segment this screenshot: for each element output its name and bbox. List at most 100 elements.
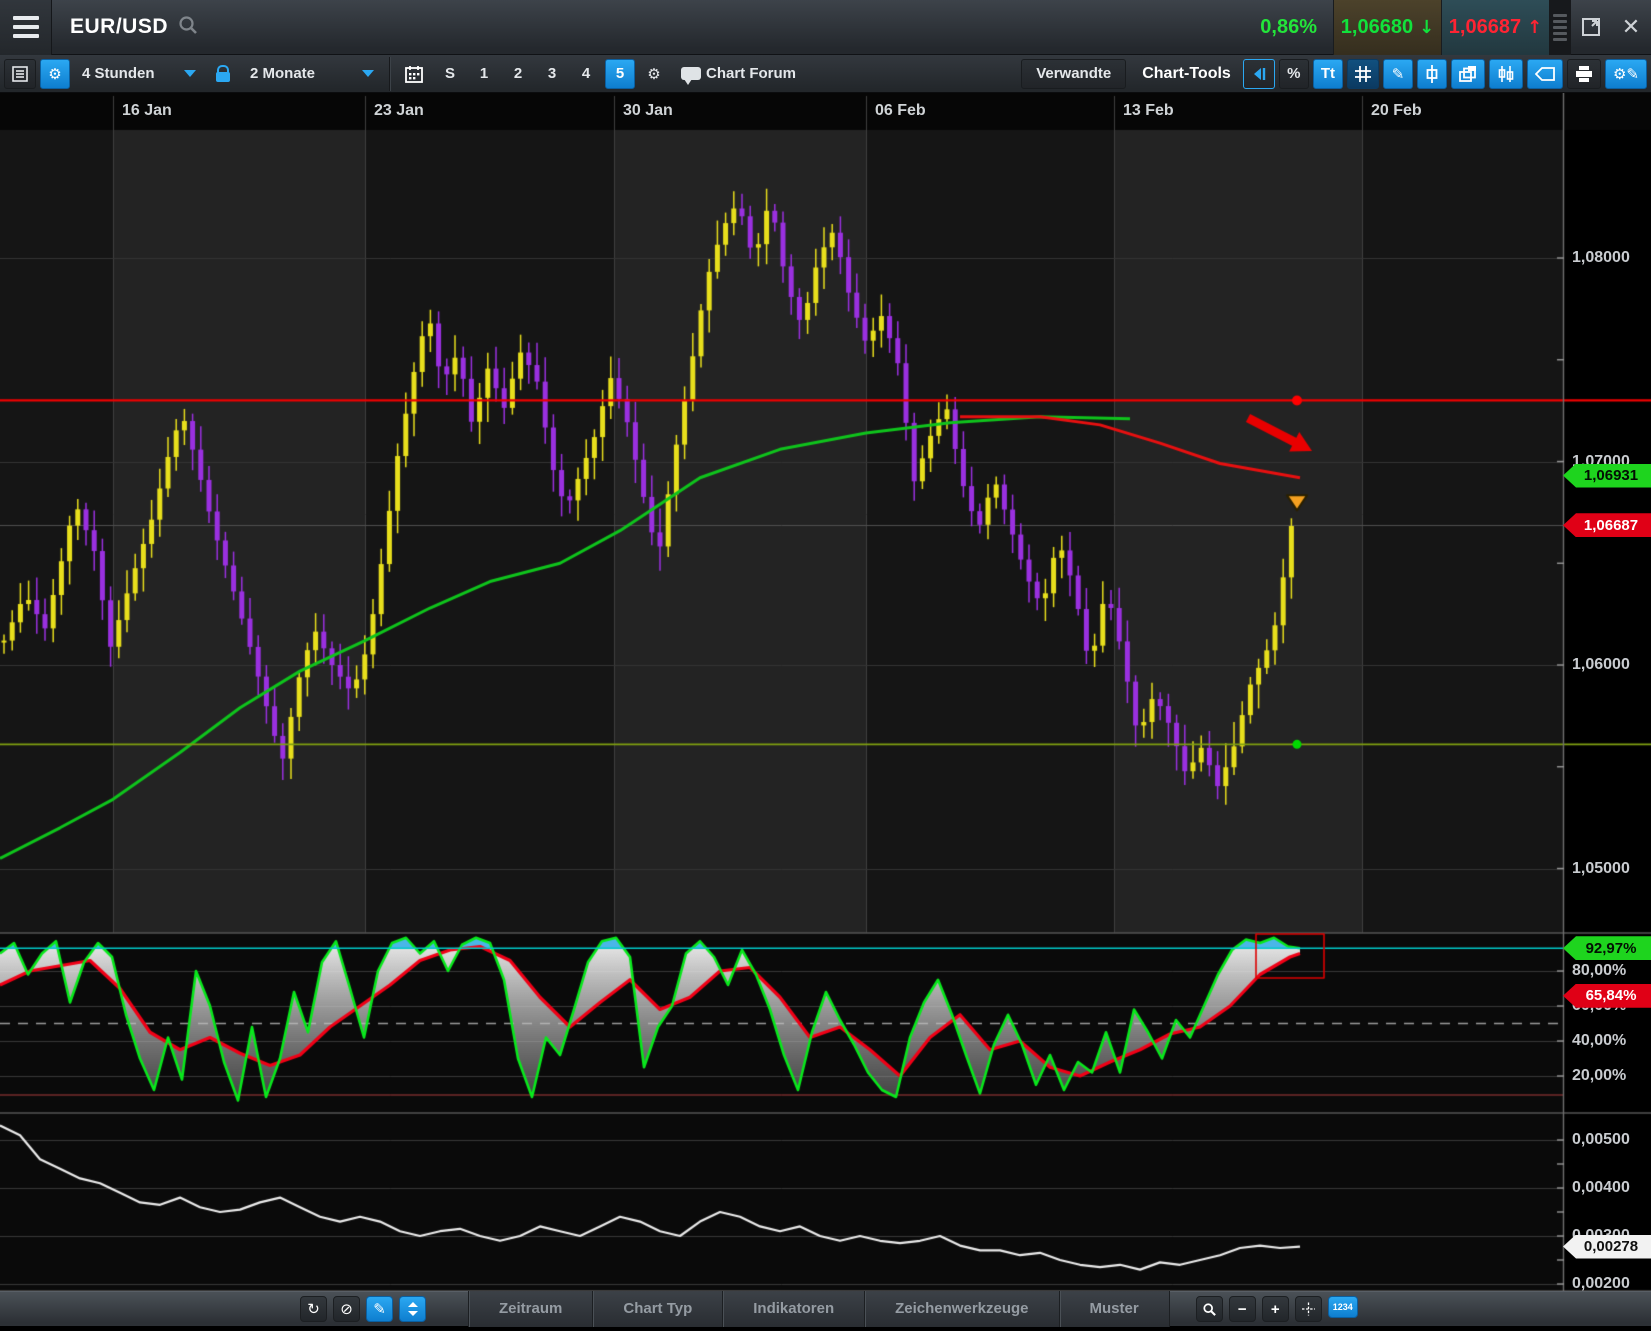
chart-tools-label: Chart-Tools (1142, 65, 1231, 83)
sell-price-button[interactable]: 1,06680 ↓ (1333, 0, 1441, 55)
close-button[interactable]: ✕ (1611, 0, 1651, 55)
list-icon (12, 66, 28, 82)
collapse-panel-button[interactable] (1243, 59, 1275, 89)
stoch-current-tag: 65,84% (1563, 984, 1651, 1008)
disable-drawing-button[interactable]: ⊘ (333, 1296, 360, 1322)
price-label-icon (1535, 67, 1555, 81)
grid-icon (1355, 66, 1371, 82)
percent-scale-button[interactable]: % (1279, 59, 1309, 89)
chevron-down-icon (184, 70, 196, 77)
speed-1-button[interactable]: 1 (469, 59, 499, 89)
grid-button[interactable] (1347, 59, 1379, 89)
bottom-menu: Zeitraum Chart Typ Indikatoren Zeichenwe… (468, 1291, 1170, 1327)
date-axis-label: 16 Jan (122, 102, 172, 120)
range-label: 2 Monate (250, 65, 315, 82)
refresh-icon: ↻ (307, 1300, 320, 1318)
stoch-axis-label: 80,00% (1572, 962, 1626, 980)
muster-button[interactable]: Muster (1060, 1291, 1169, 1327)
keypad-button[interactable]: 1234 (1328, 1296, 1358, 1318)
buy-price: 1,06687 (1449, 16, 1521, 39)
zoom-group: − + 1234 (1196, 1296, 1358, 1322)
bottom-icon-group: ↻ ⊘ ✎ (300, 1296, 426, 1322)
date-axis-label: 13 Feb (1123, 102, 1174, 120)
menu-button[interactable] (0, 0, 52, 55)
minus-icon: − (1238, 1301, 1247, 1318)
date-axis-label: 20 Feb (1371, 102, 1422, 120)
speech-bubble-icon (681, 67, 701, 80)
zoom-in-button[interactable]: + (1262, 1296, 1289, 1322)
stoch-high-tag: 92,97% (1563, 936, 1651, 960)
gear-icon: ⚙ (48, 65, 61, 83)
zeitraum-button[interactable]: Zeitraum (469, 1291, 593, 1327)
candlestick-icon (1426, 65, 1438, 83)
zoom-button[interactable] (1196, 1296, 1223, 1322)
speed-2-button[interactable]: 2 (503, 59, 533, 89)
notes-button[interactable] (4, 59, 36, 89)
chevron-down-icon (362, 70, 374, 77)
calendar-icon (405, 65, 423, 83)
chart-typ-button[interactable]: Chart Typ (593, 1291, 723, 1327)
down-arrow-icon: ↓ (1419, 17, 1434, 38)
up-arrow-icon: ↑ (1527, 17, 1542, 38)
sell-price: 1,06680 (1341, 16, 1413, 39)
up-down-arrows-icon (407, 1301, 419, 1317)
text-tool-button[interactable]: Tt (1313, 59, 1343, 89)
date-axis-label: 06 Feb (875, 102, 926, 120)
stoch-axis-label: 40,00% (1572, 1032, 1626, 1050)
crosshair-button[interactable] (1295, 1296, 1322, 1322)
draw-button[interactable]: ✎ (366, 1296, 393, 1322)
zoom-out-button[interactable]: − (1229, 1296, 1256, 1322)
atr-axis-label: 0,00400 (1572, 1179, 1630, 1197)
verwandte-button[interactable]: Verwandte (1021, 59, 1126, 89)
speed-5-button[interactable]: 5 (605, 59, 635, 89)
chart-forum-button[interactable]: Chart Forum (673, 59, 804, 89)
bottom-toolbar: ↻ ⊘ ✎ Zeitraum Chart Typ Indikatoren Zei… (0, 1291, 1651, 1327)
print-button[interactable] (1567, 59, 1601, 89)
gear-icon: ⚙ (647, 65, 660, 83)
atr-axis-label: 0,00500 (1572, 1131, 1630, 1149)
change-percent: 0,86% (1260, 16, 1317, 39)
refresh-button[interactable]: ↻ (300, 1296, 327, 1322)
indikatoren-button[interactable]: Indikatoren (723, 1291, 865, 1327)
chart-settings-button[interactable]: ⚙ (40, 59, 70, 89)
calendar-button[interactable] (397, 59, 431, 89)
price-axis-label: 1,05000 (1572, 860, 1630, 878)
compare-candles-icon (1497, 65, 1515, 83)
speed-3-button[interactable]: 3 (537, 59, 567, 89)
crosshair-icon (1302, 1301, 1315, 1317)
layers-icon (1459, 66, 1477, 82)
candle-type-button[interactable] (1417, 59, 1447, 89)
arrow-left-bar-icon (1251, 67, 1267, 81)
no-entry-icon: ⊘ (340, 1300, 353, 1318)
advanced-settings-button[interactable]: ⚙✎ (1605, 59, 1647, 89)
drag-handle[interactable] (1549, 0, 1571, 55)
label-tool-button[interactable] (1527, 59, 1563, 89)
pencil-icon: ✎ (1392, 65, 1405, 83)
indicator-settings-button[interactable]: ⚙ (639, 59, 669, 89)
sort-button[interactable] (399, 1296, 426, 1322)
interval-dropdown[interactable]: 4 Stunden (74, 59, 204, 89)
title-bar: EUR/USD 0,86% 1,06680 ↓ 1,06687 ↑ ✕ (0, 0, 1651, 55)
buy-price-button[interactable]: 1,06687 ↑ (1441, 0, 1549, 55)
atr-axis-label: 0,00200 (1572, 1275, 1630, 1293)
date-axis-label: 23 Jan (374, 102, 424, 120)
pencil-icon: ✎ (373, 1300, 386, 1318)
chart-toolbar: ⚙ 4 Stunden 2 Monate S 1 2 3 4 5 ⚙ Chart… (0, 55, 1651, 93)
instrument-title: EUR/USD (70, 15, 168, 39)
plus-icon: + (1271, 1301, 1280, 1318)
lock-button[interactable] (208, 59, 238, 89)
speed-4-button[interactable]: 4 (571, 59, 601, 89)
toolbar-divider (389, 57, 390, 91)
atr-current-tag: 0,00278 (1563, 1235, 1651, 1259)
chart-canvas[interactable] (0, 93, 1651, 1291)
restore-window-button[interactable] (1571, 0, 1611, 55)
compare-button[interactable] (1489, 59, 1523, 89)
zeichenwerkzeuge-button[interactable]: Zeichenwerkzeuge (865, 1291, 1059, 1327)
crosshair-draw-button[interactable]: ✎ (1383, 59, 1413, 89)
search-icon[interactable] (178, 15, 198, 40)
layers-button[interactable] (1451, 59, 1485, 89)
speed-s-button[interactable]: S (435, 59, 465, 89)
interval-label: 4 Stunden (82, 65, 155, 82)
chart-window: EUR/USD 0,86% 1,06680 ↓ 1,06687 ↑ ✕ ⚙ 4 … (0, 0, 1651, 1331)
range-dropdown[interactable]: 2 Monate (242, 59, 382, 89)
